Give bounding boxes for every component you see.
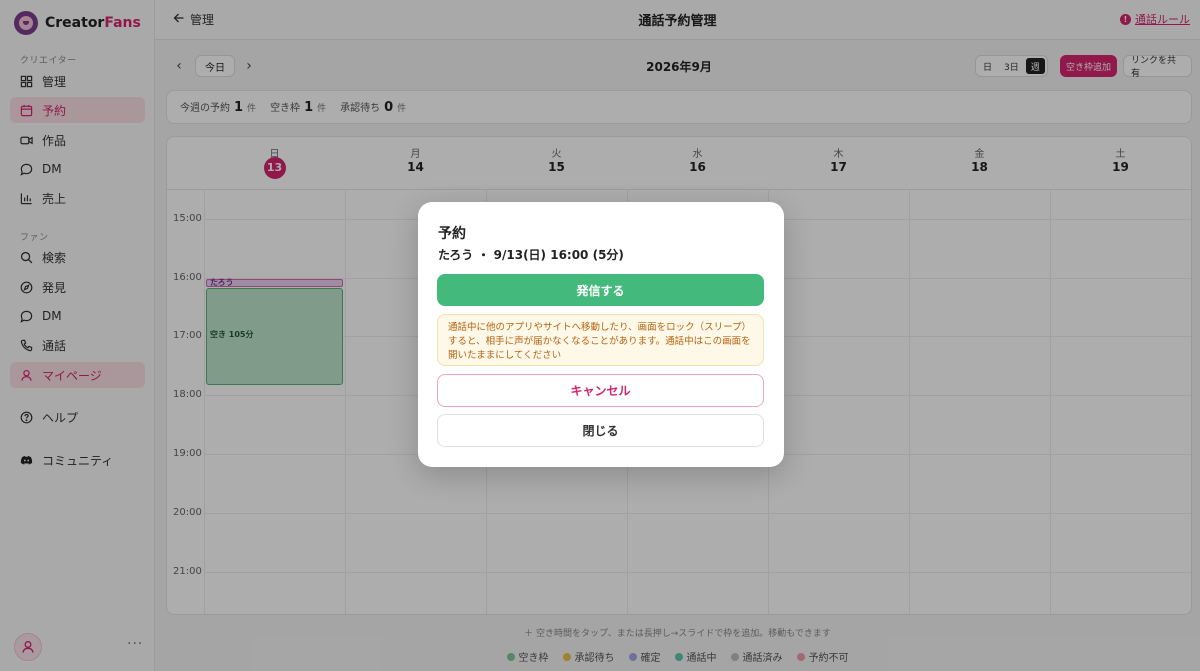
- call-warning: 通話中に他のアプリやサイトへ移動したり、画面をロック（スリープ）すると、相手に声…: [437, 314, 764, 366]
- start-call-button[interactable]: 発信する: [437, 274, 764, 306]
- cancel-booking-button[interactable]: キャンセル: [437, 374, 764, 407]
- close-modal-button[interactable]: 閉じる: [437, 414, 764, 447]
- modal-title: 予約: [438, 226, 466, 242]
- booking-details: たろう ・ 9/13(日) 16:00 (5分): [438, 248, 624, 262]
- booking-modal: 予約 たろう ・ 9/13(日) 16:00 (5分) 発信する 通話中に他のア…: [418, 202, 784, 467]
